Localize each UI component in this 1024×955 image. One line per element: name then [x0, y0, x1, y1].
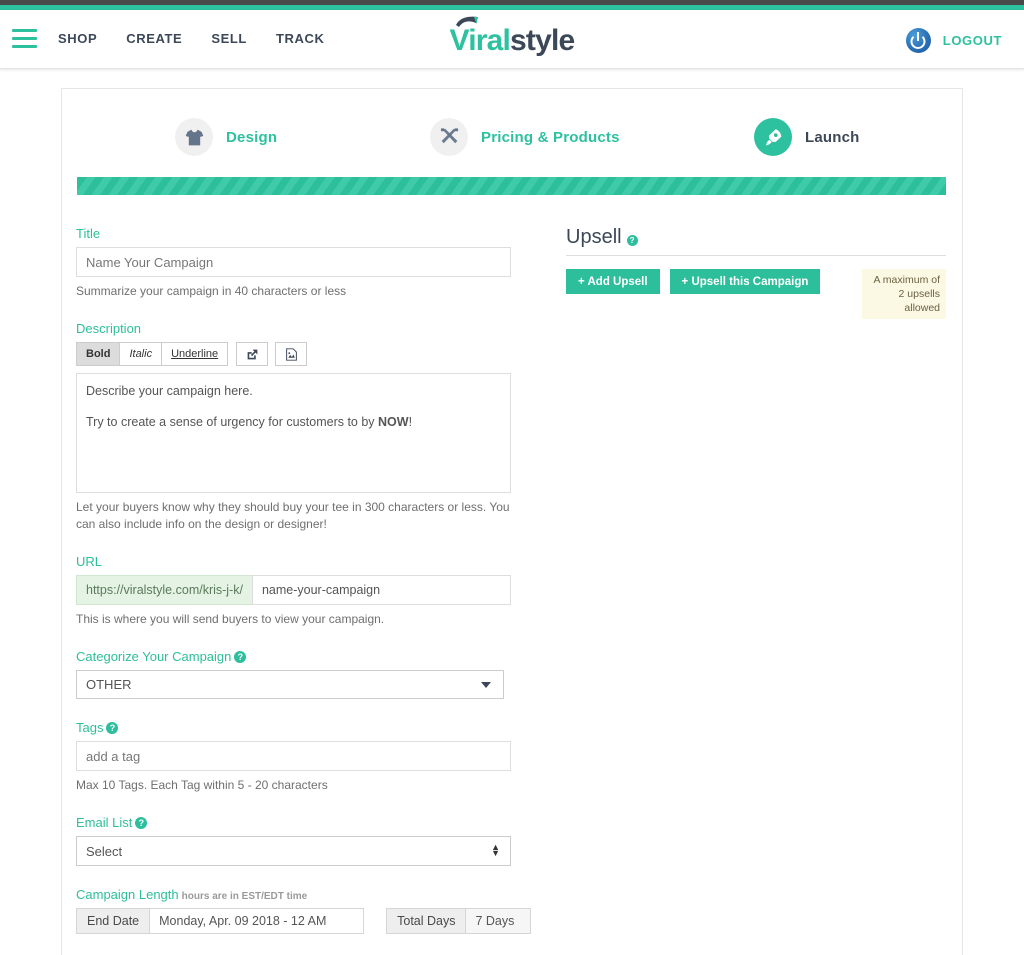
description-line-1: Describe your campaign here. [86, 384, 253, 398]
step-launch-circle [754, 118, 792, 156]
question-mark-icon[interactable]: ? [106, 722, 119, 734]
end-date-label: End Date [76, 908, 150, 934]
form-left-column: Title Summarize your campaign in 40 char… [76, 226, 541, 955]
category-select-wrap: OTHER [76, 670, 504, 699]
step-design-circle [175, 118, 213, 156]
field-category: Categorize Your Campaign? OTHER [76, 649, 541, 699]
field-email-list: Email List? Select ▲ ▼ [76, 815, 541, 866]
add-upsell-button[interactable]: + Add Upsell [566, 269, 660, 294]
category-label-text: Categorize Your Campaign [76, 649, 232, 664]
bold-button[interactable]: Bold [76, 342, 121, 366]
field-title: Title Summarize your campaign in 40 char… [76, 226, 541, 300]
total-days-group: Total Days [386, 908, 532, 934]
upsell-actions: + Add Upsell + Upsell this Campaign A ma… [566, 269, 946, 319]
upsell-limit-notice: A maximum of 2 upsells allowed [862, 269, 946, 319]
hamburger-icon[interactable] [12, 29, 37, 49]
url-prefix: https://viralstyle.com/kris-j-k/ [76, 575, 252, 605]
insert-image-button[interactable] [275, 342, 308, 366]
field-description: Description Bold Italic Underline Descri… [76, 321, 541, 533]
share-link-icon [247, 349, 258, 359]
email-list-label: Email List? [76, 815, 541, 830]
ruler-pencil-icon [440, 127, 458, 143]
step-launch[interactable]: Launch [754, 118, 860, 156]
campaign-length-sublabel: hours are in EST/EDT time [181, 891, 308, 902]
nav-link-shop[interactable]: SHOP [58, 31, 97, 46]
step-design[interactable]: Design [175, 118, 277, 156]
email-list-select[interactable]: Select [76, 836, 511, 866]
field-url: URL https://viralstyle.com/kris-j-k/ Thi… [76, 554, 541, 628]
end-date-input[interactable] [149, 908, 365, 934]
step-design-label: Design [226, 128, 278, 146]
url-label: URL [76, 554, 103, 569]
rocket-icon [765, 128, 781, 145]
field-campaign-length: Campaign Length hours are in EST/EDT time… [76, 887, 541, 934]
description-line-2: Try to create a sense of urgency for cus… [86, 413, 501, 431]
campaign-launch-card: Design Pricing & Products Launch Title N… [61, 88, 963, 955]
description-toolbar: Bold Italic Underline [76, 342, 541, 366]
email-list-label-text: Email List [76, 815, 133, 830]
field-tags: Tags? Max 10 Tags. Each Tag within 5 - 2… [76, 720, 541, 794]
email-list-select-wrap: Select ▲ ▼ [76, 836, 511, 866]
campaign-length-label-text: Campaign Length [76, 887, 179, 902]
logo-text-viral: Viral [449, 24, 511, 57]
description-line2-bold: NOW [378, 415, 409, 429]
campaign-length-label: Campaign Length hours are in EST/EDT time [76, 887, 541, 902]
end-date-group: End Date [76, 908, 365, 934]
logout-label: LOGOUT [942, 33, 1002, 48]
description-line2-prefix: Try to create a sense of urgency for cus… [86, 415, 379, 429]
total-days-label: Total Days [386, 908, 466, 934]
description-editor[interactable]: Describe your campaign here. Try to crea… [76, 373, 511, 493]
share-link-button[interactable] [236, 342, 269, 366]
tags-label-text: Tags [76, 720, 104, 735]
tags-label: Tags? [76, 720, 541, 735]
tags-help-text: Max 10 Tags. Each Tag within 5 - 20 char… [76, 778, 328, 792]
title-label: Title [76, 226, 101, 241]
logout-button[interactable]: LOGOUT [905, 28, 1002, 53]
upsell-panel: Upsell ? + Add Upsell + Upsell this Camp… [541, 226, 946, 955]
description-line2-suffix: ! [408, 415, 413, 429]
site-header: SHOP CREATE SELL TRACK Viralstyle LOGOUT [0, 10, 1024, 69]
insert-image-icon [285, 347, 297, 361]
description-help-text: Let your buyers know why they should buy… [76, 500, 510, 531]
tags-input[interactable] [76, 741, 511, 771]
main-navigation: SHOP CREATE SELL TRACK [58, 31, 324, 46]
title-help-text: Summarize your campaign in 40 characters… [76, 284, 347, 298]
tshirt-icon [185, 129, 203, 145]
question-mark-icon[interactable]: ? [234, 651, 247, 663]
logo-text-style: style [510, 24, 575, 57]
nav-link-track[interactable]: TRACK [276, 31, 325, 46]
upsell-title: Upsell [566, 226, 622, 248]
step-indicator: Design Pricing & Products Launch [62, 89, 962, 177]
url-help-text: This is where you will send buyers to vi… [76, 612, 385, 626]
category-select[interactable]: OTHER [76, 670, 504, 699]
category-label: Categorize Your Campaign? [76, 649, 541, 664]
launch-form-content: Title Summarize your campaign in 40 char… [62, 195, 962, 955]
total-days-input[interactable] [465, 908, 532, 934]
step-launch-label: Launch [805, 128, 860, 146]
title-input[interactable] [76, 247, 511, 277]
italic-button[interactable]: Italic [119, 342, 163, 366]
url-slug-input[interactable] [251, 575, 511, 605]
step-pricing-products[interactable]: Pricing & Products [430, 118, 620, 156]
progress-bar [77, 177, 946, 195]
power-icon [905, 28, 931, 53]
url-input-group: https://viralstyle.com/kris-j-k/ [76, 575, 511, 605]
nav-link-create[interactable]: CREATE [126, 31, 182, 46]
logo-swoosh-icon [455, 16, 478, 27]
campaign-length-row: End Date Total Days [76, 908, 541, 934]
upsell-this-campaign-button[interactable]: + Upsell this Campaign [669, 269, 821, 294]
question-mark-icon[interactable]: ? [135, 817, 148, 829]
step-pricing-circle [430, 118, 468, 156]
step-pricing-label: Pricing & Products [481, 128, 620, 146]
nav-link-sell[interactable]: SELL [211, 31, 247, 46]
underline-button[interactable]: Underline [161, 342, 229, 366]
description-label: Description [76, 321, 142, 336]
question-mark-icon[interactable]: ? [626, 235, 638, 246]
upsell-header: Upsell ? [566, 226, 946, 256]
